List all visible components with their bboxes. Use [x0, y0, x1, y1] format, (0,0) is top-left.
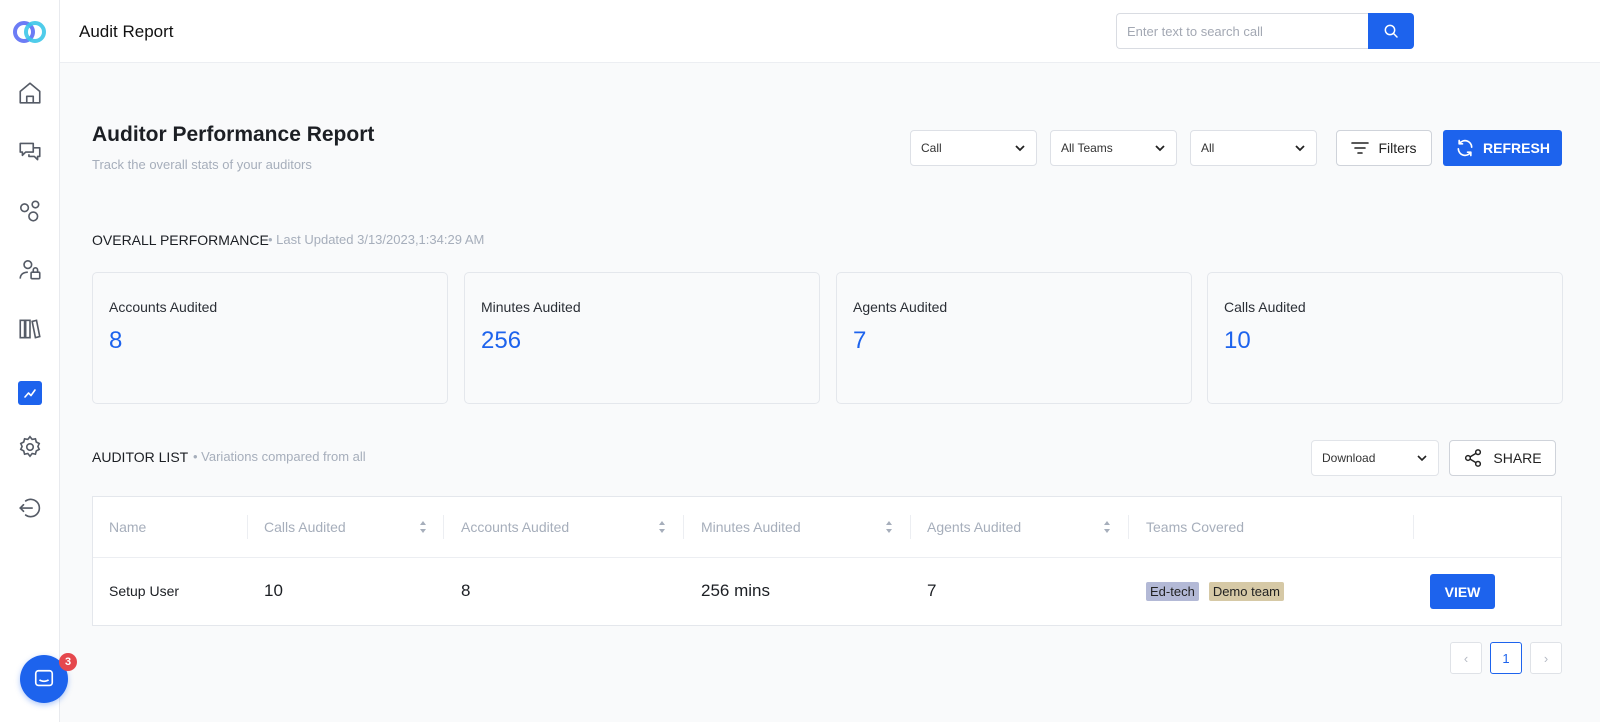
column-header-teams: Teams Covered	[1146, 519, 1245, 535]
chevron-down-icon	[1015, 145, 1025, 152]
user-lock-icon[interactable]	[16, 256, 44, 284]
sort-icon[interactable]	[885, 520, 893, 534]
chat-badge: 3	[59, 653, 77, 671]
filters-label: Filters	[1378, 140, 1417, 156]
column-header-agents[interactable]: Agents Audited	[927, 497, 1021, 557]
column-divider	[683, 515, 684, 539]
stat-card-label: Minutes Audited	[481, 299, 581, 315]
column-divider	[910, 515, 911, 539]
chat-icon[interactable]	[16, 137, 44, 165]
stat-card-label: Accounts Audited	[109, 299, 218, 315]
team-tag: Demo team	[1208, 581, 1285, 601]
stat-card-calls: Calls Audited 10	[1207, 272, 1563, 404]
column-divider	[247, 515, 248, 539]
refresh-icon	[1457, 139, 1473, 157]
report-subtitle: Track the overall stats of your auditors	[92, 157, 312, 172]
gear-icon[interactable]	[16, 433, 44, 461]
download-label: Download	[1322, 451, 1376, 465]
teams-select[interactable]: All Teams	[1050, 130, 1177, 166]
last-updated-note: • Last Updated 3/13/2023,1:34:29 AM	[268, 232, 485, 247]
cell-agents: 7	[927, 581, 937, 600]
chevron-down-icon	[1295, 145, 1305, 152]
cell-calls: 10	[264, 581, 283, 600]
stat-card-label: Agents Audited	[853, 299, 948, 315]
chart-line-icon[interactable]	[18, 381, 42, 405]
cell-accounts: 8	[461, 581, 471, 600]
home-icon[interactable]	[16, 79, 44, 107]
overall-performance-label: OVERALL PERFORMANCE	[92, 232, 269, 248]
chevron-down-icon	[1155, 145, 1165, 152]
cell-teams: Ed-tech Demo team	[1146, 557, 1294, 625]
stat-card-value: 8	[109, 327, 123, 354]
sort-icon[interactable]	[658, 520, 666, 534]
stat-card-value: 7	[853, 327, 867, 354]
type-select[interactable]: Call	[910, 130, 1037, 166]
scope-select[interactable]: All	[1190, 130, 1317, 166]
column-divider	[1413, 515, 1414, 539]
column-header-name: Name	[109, 519, 147, 535]
share-button[interactable]: SHARE	[1449, 440, 1556, 476]
team-tag: Ed-tech	[1146, 581, 1199, 601]
filters-button[interactable]: Filters	[1336, 130, 1432, 166]
share-icon	[1465, 449, 1482, 467]
cell-name: Setup User	[109, 583, 180, 599]
refresh-button[interactable]: REFRESH	[1443, 130, 1562, 166]
sort-icon[interactable]	[1103, 520, 1111, 534]
search-input[interactable]	[1116, 13, 1368, 49]
download-select[interactable]: Download	[1311, 440, 1439, 476]
column-divider	[443, 515, 444, 539]
scope-select-value: All	[1201, 141, 1215, 155]
column-header-accounts[interactable]: Accounts Audited	[461, 497, 569, 557]
library-icon[interactable]	[16, 315, 44, 343]
top-bar: Audit Report	[60, 0, 1600, 63]
stat-card-value: 10	[1224, 327, 1251, 354]
column-divider	[1128, 515, 1129, 539]
header-divider	[93, 557, 1561, 558]
stat-card-accounts: Accounts Audited 8	[92, 272, 448, 404]
share-label: SHARE	[1493, 450, 1542, 466]
sort-icon[interactable]	[419, 520, 427, 534]
variations-note: • Variations compared from all	[193, 449, 366, 464]
search-icon	[1384, 24, 1398, 38]
search-button[interactable]	[1368, 13, 1414, 49]
stat-card-agents: Agents Audited 7	[836, 272, 1192, 404]
cell-minutes: 256 mins	[701, 581, 770, 600]
type-select-value: Call	[921, 141, 942, 155]
brand-logo[interactable]	[13, 21, 47, 43]
auditor-table: Name Calls Audited Accounts Audited Minu…	[92, 496, 1562, 626]
pagination-next-button[interactable]: ›	[1530, 642, 1562, 674]
sidebar	[0, 0, 60, 722]
logout-icon[interactable]	[16, 494, 44, 522]
view-button[interactable]: VIEW	[1430, 574, 1495, 609]
stat-card-label: Calls Audited	[1224, 299, 1306, 315]
teams-select-value: All Teams	[1061, 141, 1113, 155]
report-title: Auditor Performance Report	[92, 123, 375, 146]
refresh-label: REFRESH	[1483, 140, 1550, 156]
column-header-minutes[interactable]: Minutes Audited	[701, 497, 801, 557]
stat-card-minutes: Minutes Audited 256	[464, 272, 820, 404]
column-header-calls[interactable]: Calls Audited	[264, 497, 346, 557]
stat-card-value: 256	[481, 327, 522, 354]
pagination-page-1[interactable]: 1	[1490, 642, 1522, 674]
auditor-list-label: AUDITOR LIST	[92, 449, 189, 465]
bubbles-icon[interactable]	[16, 197, 44, 225]
chevron-down-icon	[1417, 455, 1427, 462]
pagination-prev-button[interactable]: ‹	[1450, 642, 1482, 674]
page-title: Audit Report	[79, 22, 174, 41]
filter-icon	[1351, 142, 1370, 154]
